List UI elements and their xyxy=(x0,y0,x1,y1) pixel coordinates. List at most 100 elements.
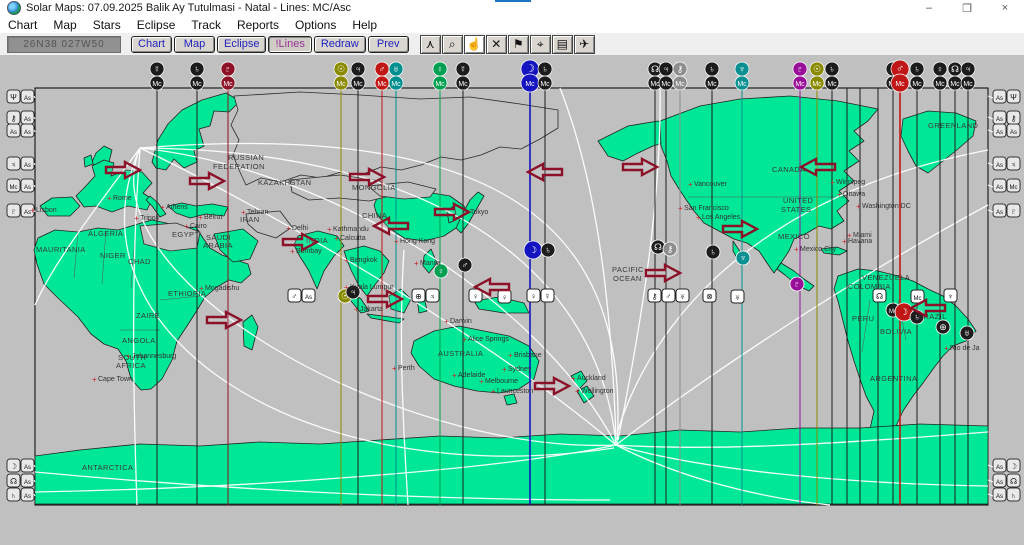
glyph-box-label: ♂ xyxy=(292,292,298,301)
eclipse-button[interactable]: Eclipse xyxy=(217,35,267,53)
restore-button[interactable]: ❐ xyxy=(948,0,986,16)
mc-label: Mc xyxy=(540,81,550,88)
glyph-box-label: ⊕ xyxy=(415,292,422,301)
edge-glyph-label: As xyxy=(996,210,1003,216)
glyph-box-label: ♆ xyxy=(948,292,954,301)
city-marker: + xyxy=(491,387,496,396)
mc-label: Mc xyxy=(223,81,233,88)
city-marker: + xyxy=(794,245,799,254)
city-label: Launceston xyxy=(497,388,533,395)
lines-button[interactable]: !Lines xyxy=(268,35,312,53)
glyph-box-label: ⚷ xyxy=(652,292,658,301)
city-marker: + xyxy=(479,377,484,386)
country-label: ANGOLA xyxy=(122,336,156,345)
edge-glyph-label: ♃ xyxy=(1011,160,1017,169)
country-label: COLOMBIA xyxy=(848,282,891,291)
city-marker: + xyxy=(571,374,576,383)
mc-label: Mc xyxy=(336,81,346,88)
country-label: VENEZUELA xyxy=(862,273,910,282)
country-label: ZAIRE xyxy=(136,311,160,320)
planet-glyph: ⚷ xyxy=(677,64,684,74)
locate-icon[interactable]: ⚑ xyxy=(507,34,529,54)
edge-glyph-label: ♇ xyxy=(11,207,17,216)
glyph-box-label: Mc xyxy=(914,296,922,302)
planet-glyph: ♄ xyxy=(542,64,549,74)
clear-lines-icon[interactable]: ✕ xyxy=(485,34,507,54)
menu-options[interactable]: Options xyxy=(287,16,344,33)
edge-glyph-label: As xyxy=(24,117,31,123)
glyph-box-label: ♀ xyxy=(502,293,508,302)
line-marker-glyph: ♇ xyxy=(794,279,801,289)
edge-glyph-label: ☊ xyxy=(1010,477,1017,486)
country-label: PACIFIC xyxy=(612,265,644,274)
edge-glyph-label: As xyxy=(10,130,17,136)
edge-glyph-label: Ψ xyxy=(10,93,17,102)
minimize-button[interactable]: – xyxy=(910,0,948,16)
chart-button[interactable]: Chart xyxy=(131,35,172,53)
menu-map[interactable]: Map xyxy=(45,16,84,33)
city-marker: + xyxy=(462,335,467,344)
planet-glyph: ♆ xyxy=(739,64,746,74)
city-marker: + xyxy=(198,213,203,222)
edge-glyph-label: ♄ xyxy=(1011,491,1017,500)
country-label: ARABIA xyxy=(203,241,233,250)
edge-glyph-label: As xyxy=(24,130,31,136)
window-title: Solar Maps: 07.09.2025 Balik Ay Tutulmas… xyxy=(26,2,352,14)
menu-track[interactable]: Track xyxy=(183,16,229,33)
line-marker-glyph: ☊ xyxy=(654,242,662,252)
city-label: Darwin xyxy=(450,318,472,325)
city-marker: + xyxy=(290,247,295,256)
edge-glyph-label: Mc xyxy=(1010,185,1018,191)
redraw-button[interactable]: Redraw xyxy=(313,35,366,53)
map-area[interactable]: ☿ Mc ♄ Mc ♇ Mc ☉ Mc ♃ Mc ♂ Mc ♅ Mc ♀ Mc ☿ Mc ☽ Mc ♄ Mc ☊ Mc ♃ Mc ⚷… xyxy=(0,55,1024,540)
zoom-tool-icon[interactable]: ⌕ xyxy=(441,34,463,54)
edge-glyph-label: ♃ xyxy=(11,160,17,169)
city-label: Manila xyxy=(420,260,441,267)
mc-label: Mc xyxy=(812,81,822,88)
planet-glyph: ♄ xyxy=(914,64,921,74)
country-label: NIGER xyxy=(100,251,126,260)
city-marker: + xyxy=(241,208,246,217)
city-label: Los Angeles xyxy=(702,214,741,221)
country-label: STATES xyxy=(781,205,811,214)
glyph-box-label: As xyxy=(305,295,312,301)
close-button[interactable]: × xyxy=(986,0,1024,16)
mc-label: Mc xyxy=(935,81,945,88)
edge-glyph-label: As xyxy=(24,494,31,500)
city-label: Johannesburg xyxy=(132,353,176,360)
prev-button[interactable]: Prev xyxy=(367,35,409,53)
line-marker-glyph: ♀ xyxy=(438,266,445,276)
tools-icon[interactable]: ✈ xyxy=(573,34,595,54)
track-tool-icon[interactable]: ⋏ xyxy=(419,34,441,54)
city-marker: + xyxy=(160,203,165,212)
mc-label: Mc xyxy=(895,81,905,88)
report-icon[interactable]: ▤ xyxy=(551,34,573,54)
city-label: Ottawa xyxy=(843,191,865,198)
menu-stars[interactable]: Stars xyxy=(85,16,129,33)
mc-label: Mc xyxy=(377,81,387,88)
menu-reports[interactable]: Reports xyxy=(229,16,287,33)
planet-glyph: ♄ xyxy=(194,64,201,74)
pan-hand-icon[interactable]: ☝ xyxy=(463,34,485,54)
planet-glyph: ☿ xyxy=(460,64,467,74)
city-marker: + xyxy=(184,222,189,231)
edge-glyph-label: ☽ xyxy=(1010,462,1017,471)
map-button[interactable]: Map xyxy=(174,35,215,53)
menu-eclipse[interactable]: Eclipse xyxy=(129,16,184,33)
city-marker: + xyxy=(575,387,580,396)
line-marker-glyph: ♆ xyxy=(740,253,747,263)
country-label: AFRICA xyxy=(116,361,146,370)
edge-glyph-label: ♇ xyxy=(1011,207,1017,216)
glyph-box-label: ⊗ xyxy=(706,292,713,301)
city-marker: + xyxy=(830,178,835,187)
menu-chart[interactable]: Chart xyxy=(0,16,45,33)
city-marker: + xyxy=(354,305,359,314)
edge-glyph-label: As xyxy=(24,163,31,169)
mc-label: Mc xyxy=(963,81,973,88)
menu-bar: Chart Map Stars Eclipse Track Reports Op… xyxy=(0,16,1024,33)
menu-help[interactable]: Help xyxy=(344,16,385,33)
crosshair-icon[interactable]: ⌖ xyxy=(529,34,551,54)
city-marker: + xyxy=(344,283,349,292)
country-label: CHINA xyxy=(362,211,387,220)
city-marker: + xyxy=(30,206,35,215)
